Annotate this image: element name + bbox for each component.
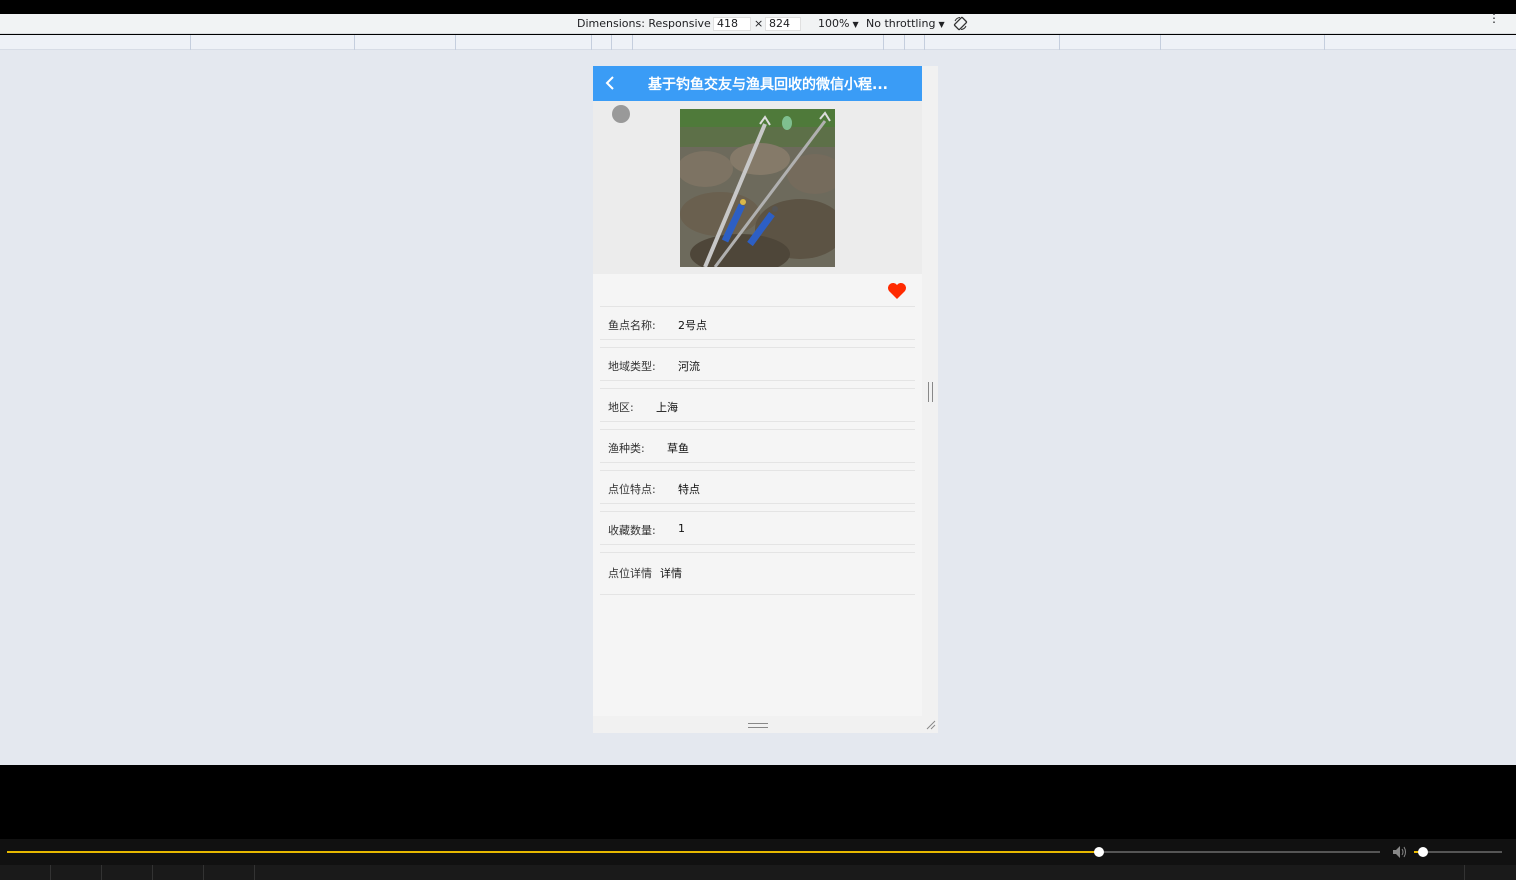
player-controls [0,839,1516,865]
list-item: 渔种类: 草鱼 [600,429,915,470]
list-item: 点位详情 详情 [600,552,915,595]
heart-icon[interactable] [887,282,907,300]
devtools-device-toolbar: Dimensions: Responsive▼ 418 × 824 100%▼ … [0,12,1516,34]
rotate-icon[interactable] [953,16,968,31]
field-value: 上海 [656,401,678,414]
list-item: 鱼点名称: 2号点 [600,306,915,347]
dimensions-dropdown[interactable]: Dimensions: Responsive▼ [577,17,720,30]
volume-slider[interactable] [1414,847,1502,857]
field-label: 收藏数量: [608,524,656,537]
photo-section [593,101,922,274]
device-frame: 基于钓鱼交友与渔具回收的微信小程... 鱼点名称: 2号点 地域类型: 河流 地… [593,66,938,733]
field-label: 渔种类: [608,442,645,455]
zoom-dropdown[interactable]: 100% ▼ [818,17,859,30]
volume-thumb[interactable] [1417,847,1428,857]
list-item: 地区: 上海 [600,388,915,429]
throttling-dropdown[interactable]: No throttling ▼ [866,17,945,30]
devtools-viewport: 基于钓鱼交友与渔具回收的微信小程... 鱼点名称: 2号点 地域类型: 河流 地… [0,50,1516,765]
volume-icon[interactable] [1392,845,1408,859]
seek-bar[interactable] [7,847,1380,857]
seek-progress [7,851,1099,853]
screen-top-border [0,0,1516,14]
page-title: 基于钓鱼交友与渔具回收的微信小程... [648,77,888,93]
indicator-dot [612,105,630,123]
field-label: 地域类型: [608,360,656,373]
field-value: 详情 [660,567,682,580]
video-player-bar [0,765,1516,880]
height-input[interactable]: 824 [765,17,801,31]
field-label: 点位特点: [608,483,656,496]
list-item: 点位特点: 特点 [600,470,915,511]
taskbar [0,865,1516,880]
spot-info-list: 鱼点名称: 2号点 地域类型: 河流 地区: 上海 渔种类: 草鱼 点位特点: [600,306,915,595]
list-item: 地域类型: 河流 [600,347,915,388]
field-label: 地区: [608,401,634,414]
field-value: 草鱼 [667,442,689,455]
mini-program-page: 基于钓鱼交友与渔具回收的微信小程... 鱼点名称: 2号点 地域类型: 河流 地… [593,66,922,716]
corner-resize-handle[interactable] [926,720,936,730]
field-label: 点位详情 [608,567,652,580]
field-value: 特点 [678,483,700,496]
media-query-ruler [0,35,1516,50]
fishing-spot-photo [680,109,835,267]
width-input[interactable]: 418 [713,17,751,31]
field-value: 河流 [678,360,700,373]
more-vertical-icon[interactable]: ⋮ [1488,12,1500,24]
field-value: 1 [678,522,685,535]
seek-thumb[interactable] [1093,847,1104,857]
chevron-left-icon[interactable] [603,74,619,92]
side-resize-handle[interactable] [928,382,933,402]
list-item: 收藏数量: 1 [600,511,915,552]
field-label: 鱼点名称: [608,319,656,332]
bottom-resize-handle[interactable] [748,723,768,728]
dimension-separator: × [754,17,764,30]
navigation-bar: 基于钓鱼交友与渔具回收的微信小程... [593,66,922,101]
field-value: 2号点 [678,319,707,332]
